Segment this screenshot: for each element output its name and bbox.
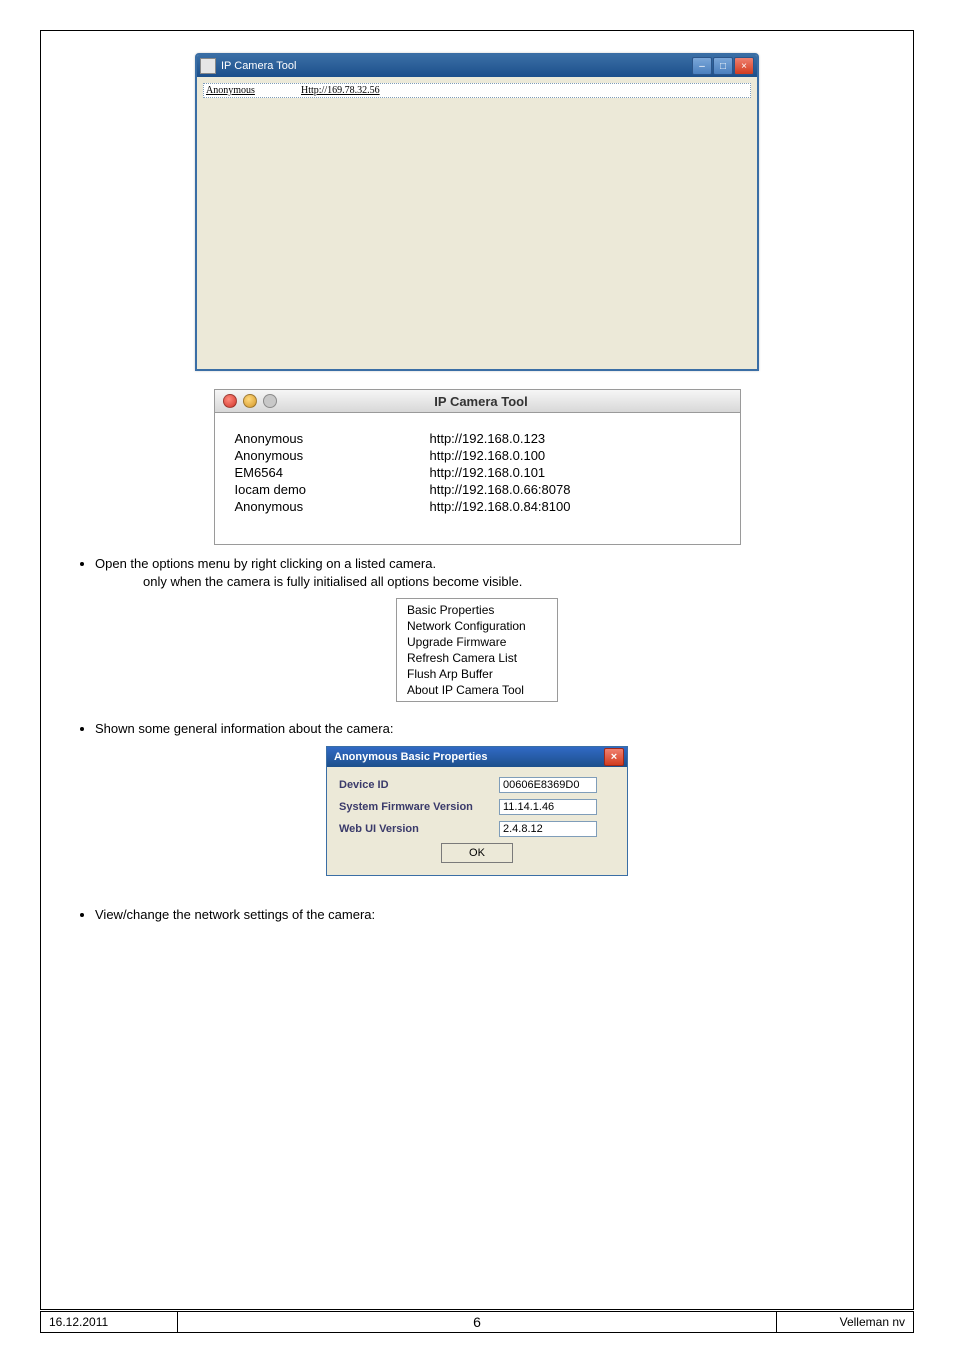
bullet-text: Shown some general information about the…	[95, 721, 393, 736]
camera-address: Http://169.78.32.56	[301, 85, 380, 96]
prop-value: 2.4.8.12	[499, 821, 597, 837]
menu-refresh-camera-list[interactable]: Refresh Camera List	[397, 650, 557, 666]
prop-label: Device ID	[339, 779, 499, 791]
windows-titlebar: IP Camera Tool – □ ×	[197, 55, 757, 77]
page-footer: 16.12.2011 6 Velleman nv	[40, 1311, 914, 1333]
menu-basic-properties[interactable]: Basic Properties	[397, 602, 557, 618]
mac-window-title: IP Camera Tool	[303, 394, 740, 409]
camera-name: Anonymous	[206, 85, 301, 96]
bullet-network-settings: View/change the network settings of the …	[95, 906, 893, 924]
menu-about[interactable]: About IP Camera Tool	[397, 682, 557, 698]
page-content: IP Camera Tool – □ × Anonymous Http://16…	[40, 30, 914, 1310]
close-icon[interactable]: ×	[604, 748, 624, 766]
bullet-text: Open the options menu by right clicking …	[95, 556, 436, 571]
maximize-icon[interactable]: □	[713, 57, 733, 75]
camera-list-row[interactable]: Anonymous Http://169.78.32.56	[203, 83, 751, 98]
basic-properties-dialog: Anonymous Basic Properties × Device ID 0…	[326, 746, 628, 876]
camera-name: EM6564	[235, 465, 430, 480]
camera-address: http://192.168.0.66:8078	[430, 482, 571, 497]
camera-address: http://192.168.0.101	[430, 465, 546, 480]
menu-upgrade-firmware[interactable]: Upgrade Firmware	[397, 634, 557, 650]
camera-list-row[interactable]: EM6564 http://192.168.0.101	[235, 465, 720, 480]
ok-button[interactable]: OK	[441, 843, 513, 863]
camera-list-row[interactable]: Anonymous http://192.168.0.123	[235, 431, 720, 446]
bullet-text: View/change the network settings of the …	[95, 907, 375, 922]
prop-label: System Firmware Version	[339, 801, 499, 813]
prop-row-device-id: Device ID 00606E8369D0	[339, 777, 615, 793]
context-menu: Basic Properties Network Configuration U…	[396, 598, 558, 702]
bullet-general-info: Shown some general information about the…	[95, 720, 893, 738]
camera-name: Iocam demo	[235, 482, 430, 497]
menu-network-configuration[interactable]: Network Configuration	[397, 618, 557, 634]
bullet-subtext: only when the camera is fully initialise…	[95, 574, 522, 589]
app-icon	[200, 58, 216, 74]
windows-title: IP Camera Tool	[221, 60, 692, 72]
dialog-title: Anonymous Basic Properties	[330, 751, 604, 763]
camera-address: http://192.168.0.123	[430, 431, 546, 446]
mac-minimize-icon[interactable]	[243, 394, 257, 408]
mac-zoom-icon[interactable]	[263, 394, 277, 408]
prop-label: Web UI Version	[339, 823, 499, 835]
prop-value: 00606E8369D0	[499, 777, 597, 793]
camera-name: Anonymous	[235, 431, 430, 446]
camera-address: http://192.168.0.84:8100	[430, 499, 571, 514]
camera-list-row[interactable]: Anonymous http://192.168.0.84:8100	[235, 499, 720, 514]
prop-row-webui: Web UI Version 2.4.8.12	[339, 821, 615, 837]
mac-close-icon[interactable]	[223, 394, 237, 408]
minimize-icon[interactable]: –	[692, 57, 712, 75]
footer-page-number: 6	[178, 1312, 777, 1333]
camera-address: http://192.168.0.100	[430, 448, 546, 463]
windows-body: Anonymous Http://169.78.32.56	[197, 77, 757, 369]
bullet-open-options: Open the options menu by right clicking …	[95, 555, 893, 590]
footer-date: 16.12.2011	[41, 1312, 178, 1333]
prop-row-firmware: System Firmware Version 11.14.1.46	[339, 799, 615, 815]
camera-name: Anonymous	[235, 448, 430, 463]
dialog-titlebar: Anonymous Basic Properties ×	[327, 747, 627, 767]
camera-name: Anonymous	[235, 499, 430, 514]
close-icon[interactable]: ×	[734, 57, 754, 75]
mac-body: Anonymous http://192.168.0.123 Anonymous…	[215, 413, 740, 544]
screenshot-windows-ipcameratool: IP Camera Tool – □ × Anonymous Http://16…	[195, 53, 759, 371]
screenshot-mac-ipcameratool: IP Camera Tool Anonymous http://192.168.…	[214, 389, 741, 545]
menu-flush-arp-buffer[interactable]: Flush Arp Buffer	[397, 666, 557, 682]
prop-value: 11.14.1.46	[499, 799, 597, 815]
camera-list-row[interactable]: Iocam demo http://192.168.0.66:8078	[235, 482, 720, 497]
camera-list-row[interactable]: Anonymous http://192.168.0.100	[235, 448, 720, 463]
mac-titlebar: IP Camera Tool	[215, 390, 740, 413]
footer-org: Velleman nv	[777, 1312, 914, 1333]
